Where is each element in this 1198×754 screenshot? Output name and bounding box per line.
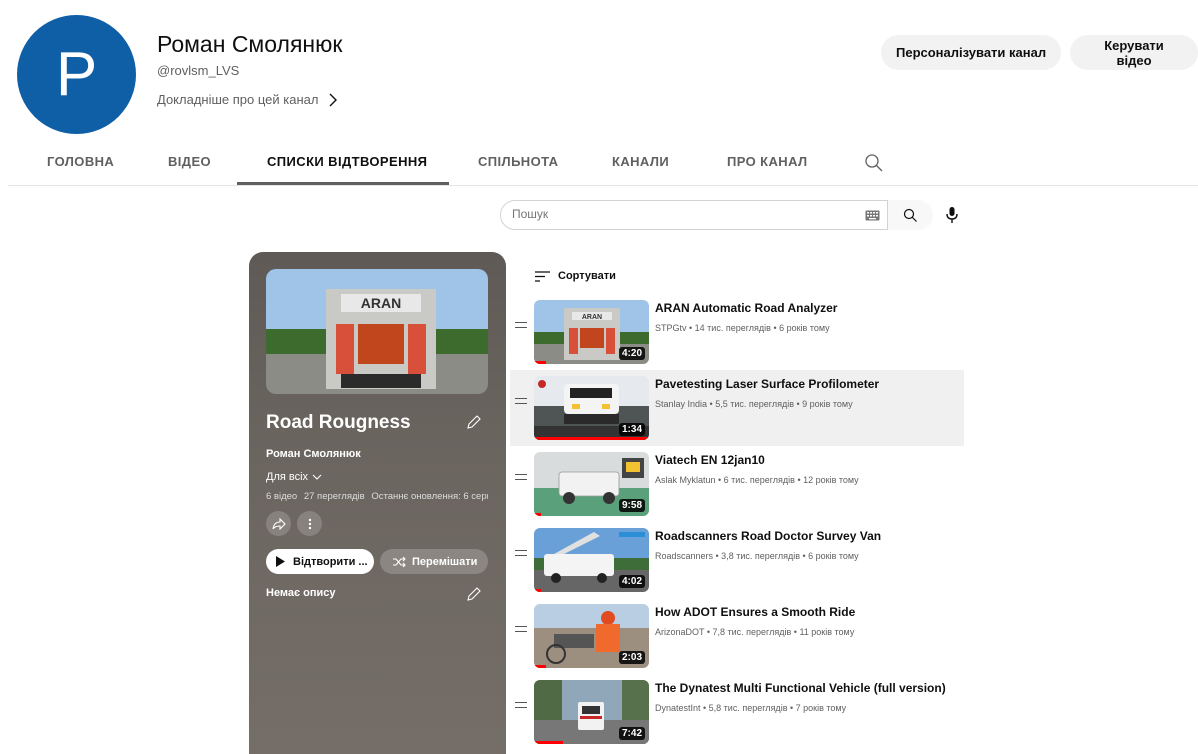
shuffle-button[interactable]: Перемішати	[380, 549, 488, 574]
video-title[interactable]: Viatech EN 12jan10	[655, 453, 765, 467]
tab-about[interactable]: Про канал	[727, 154, 808, 169]
manage-videos-button[interactable]: Керувати відео	[1070, 35, 1198, 70]
share-button[interactable]	[266, 511, 291, 536]
search-button[interactable]	[887, 200, 933, 230]
playlist-thumbnail[interactable]: ARAN	[266, 269, 488, 394]
keyboard-icon[interactable]	[865, 210, 880, 221]
playlist-stats: 6 відео 27 переглядів Останнє оновлення:…	[266, 491, 488, 502]
edit-pencil-icon[interactable]	[466, 414, 482, 430]
play-all-label: Відтворити ...	[293, 555, 368, 568]
list-item[interactable]: 1:34 Pavetesting Laser Surface Profilome…	[510, 370, 964, 446]
edit-pencil-icon[interactable]	[466, 586, 482, 602]
video-meta: Aslak Myklatun • 6 тис. переглядів • 12 …	[655, 475, 859, 485]
playlist-title: Road Rougness	[266, 412, 411, 433]
video-duration: 4:02	[618, 575, 645, 588]
video-thumbnail[interactable]: 7:42	[534, 680, 649, 744]
search-icon	[903, 208, 917, 222]
drag-handle-icon[interactable]	[515, 550, 527, 556]
chevron-right-icon	[329, 93, 338, 106]
search-input[interactable]	[512, 207, 812, 221]
share-icon	[271, 517, 286, 530]
channel-more-label: Докладніше про цей канал	[157, 92, 319, 107]
video-meta: ArizonaDOT • 7,8 тис. переглядів • 11 ро…	[655, 627, 855, 637]
video-title[interactable]: ARAN Automatic Road Analyzer	[655, 301, 837, 315]
watch-progress-bar	[534, 513, 541, 516]
list-item[interactable]: 4:02 Roadscanners Road Doctor Survey Van…	[510, 522, 964, 598]
watch-progress-bar	[534, 361, 546, 364]
video-duration: 2:03	[618, 651, 645, 664]
channel-page: P Роман Смолянюк @rovlsm_LVS Докладніше …	[0, 0, 1198, 754]
drag-handle-icon[interactable]	[515, 474, 527, 480]
video-duration: 9:58	[618, 499, 645, 512]
video-title[interactable]: Pavetesting Laser Surface Profilometer	[655, 377, 879, 391]
chevron-down-icon	[312, 474, 322, 480]
shuffle-icon	[393, 556, 406, 567]
search-icon[interactable]	[864, 153, 884, 173]
tab-playlists[interactable]: Списки відтворення	[267, 154, 427, 169]
video-meta: Roadscanners • 3,8 тис. переглядів • 6 р…	[655, 551, 859, 561]
play-all-button[interactable]: Відтворити ...	[266, 549, 374, 574]
tab-community[interactable]: Спільнота	[478, 154, 558, 169]
playlist-privacy-dropdown[interactable]: Для всіх	[266, 471, 322, 483]
drag-handle-icon[interactable]	[515, 702, 527, 708]
svg-text:ARAN: ARAN	[361, 295, 401, 311]
sort-label: Сортувати	[558, 270, 616, 282]
sort-button[interactable]: Сортувати	[535, 270, 616, 282]
svg-text:ARAN: ARAN	[582, 314, 602, 321]
channel-more-link[interactable]: Докладніше про цей канал	[157, 92, 340, 107]
tab-videos[interactable]: Відео	[168, 154, 211, 169]
sort-icon	[535, 270, 550, 282]
privacy-label: Для всіх	[266, 471, 309, 483]
search-bar	[500, 200, 933, 230]
playlist-owner[interactable]: Роман Смолянюк	[266, 448, 361, 460]
shuffle-label: Перемішати	[412, 555, 478, 568]
video-thumbnail[interactable]: 4:02	[534, 528, 649, 592]
video-thumbnail[interactable]: 9:58	[534, 452, 649, 516]
playlist-panel: ARAN Road Rougness Роман Смолянюк Для вс…	[249, 252, 506, 754]
drag-handle-icon[interactable]	[515, 626, 527, 632]
tab-home[interactable]: Головна	[47, 154, 114, 169]
customize-channel-button[interactable]: Персоналізувати канал	[881, 35, 1062, 70]
drag-handle-icon[interactable]	[515, 398, 527, 404]
watch-progress-bar	[534, 589, 541, 592]
tab-channels[interactable]: Канали	[612, 154, 669, 169]
channel-avatar[interactable]: P	[17, 15, 136, 134]
video-thumbnail[interactable]: 1:34	[534, 376, 649, 440]
video-title[interactable]: How ADOT Ensures a Smooth Ride	[655, 605, 855, 619]
watch-progress-bar	[534, 741, 563, 744]
video-thumbnail[interactable]: 2:03	[534, 604, 649, 668]
video-meta: Stanlay India • 5,5 тис. переглядів • 9 …	[655, 399, 853, 409]
list-item[interactable]: 2:03 How ADOT Ensures a Smooth Ride Ariz…	[510, 598, 964, 674]
microphone-icon[interactable]	[944, 206, 960, 224]
playlist-thumbnail-image: ARAN	[266, 269, 488, 394]
playlist-video-count: 6 відео	[266, 491, 298, 502]
watch-progress-bar	[534, 665, 546, 668]
drag-handle-icon[interactable]	[515, 322, 527, 328]
video-meta: STPGtv • 14 тис. переглядів • 6 років то…	[655, 323, 830, 333]
channel-tabs: Головна Відео Списки відтворення Спільно…	[0, 140, 1198, 186]
more-vertical-icon	[308, 518, 311, 529]
list-item[interactable]: 7:42 The Dynatest Multi Functional Vehic…	[510, 674, 964, 750]
list-item[interactable]: 9:58 Viatech EN 12jan10 Aslak Myklatun •…	[510, 446, 964, 522]
tabs-divider	[8, 185, 1198, 186]
playlist-views: 27 переглядів	[303, 491, 365, 502]
video-duration: 7:42	[618, 727, 645, 740]
list-item[interactable]: ARAN 4:20 ARAN Automatic Road Analyzer S…	[510, 294, 964, 370]
video-duration: 1:34	[618, 423, 645, 436]
playlist-updated: Останнє оновлення: 6 серп...	[371, 491, 488, 502]
channel-name: Роман Смолянюк	[157, 31, 343, 57]
playlist-description: Немає опису	[266, 587, 336, 599]
play-icon	[276, 556, 285, 567]
video-title[interactable]: The Dynatest Multi Functional Vehicle (f…	[655, 681, 946, 695]
video-meta: DynatestInt • 5,8 тис. переглядів • 7 ро…	[655, 703, 847, 713]
channel-handle: @rovlsm_LVS	[157, 63, 240, 78]
avatar-letter: P	[55, 40, 98, 109]
video-title[interactable]: Roadscanners Road Doctor Survey Van	[655, 529, 881, 543]
video-duration: 4:20	[618, 347, 645, 360]
watch-progress-bar	[534, 437, 649, 440]
more-options-button[interactable]	[297, 511, 322, 536]
video-thumbnail[interactable]: ARAN 4:20	[534, 300, 649, 364]
